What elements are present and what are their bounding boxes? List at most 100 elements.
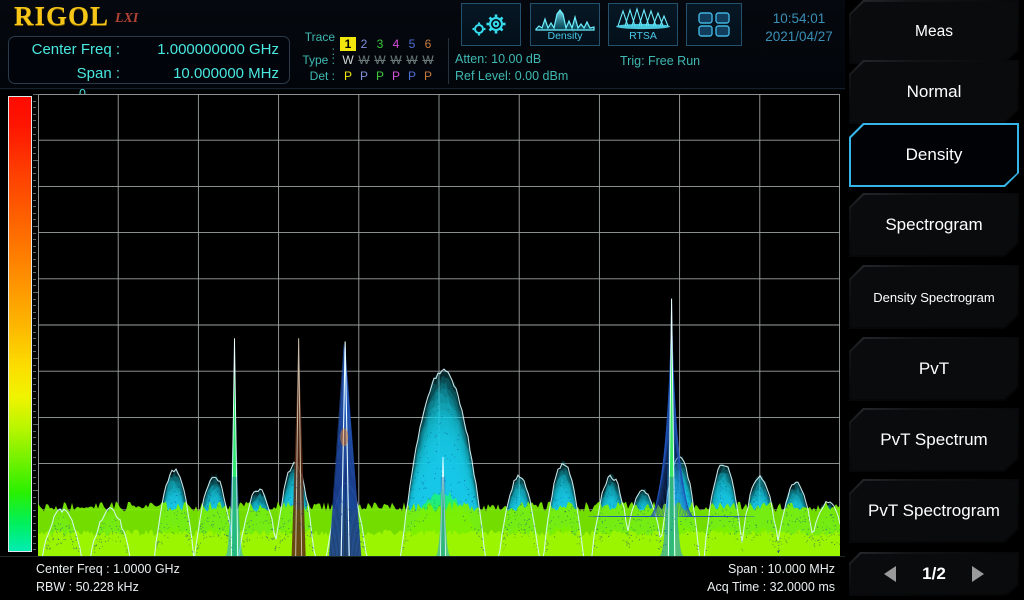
trace-6-type: W (420, 53, 436, 67)
axis-tick (33, 470, 36, 471)
axis-tick (33, 246, 36, 247)
axis-tick (33, 371, 36, 372)
axis-tick (33, 266, 36, 267)
sidebar-item-pvt[interactable]: PvT (849, 337, 1019, 401)
status-rbw: RBW : 50.228 kHz (36, 580, 139, 594)
trace-4-indicator[interactable]: 4 (388, 37, 404, 51)
status-bar: Center Freq : 1.0000 GHz RBW : 50.228 kH… (0, 558, 845, 600)
trace-3-indicator[interactable]: 3 (372, 37, 388, 51)
triangle-left-icon[interactable] (884, 566, 896, 582)
axis-tick (33, 444, 36, 445)
axis-tick (33, 180, 36, 181)
density-icon (534, 7, 596, 31)
atten-value: Atten: 10.00 dB (455, 52, 568, 69)
axis-tick (33, 398, 36, 399)
axis-tick (33, 134, 36, 135)
top-header-bar: RIGOL LXI Center Freq : 1.000000000 GHz … (0, 0, 845, 90)
axis-tick (33, 252, 36, 253)
center-freq-value[interactable]: 1.000000000 GHz (124, 41, 289, 58)
clock-display: 10:54:01 2021/04/27 (757, 10, 841, 46)
det-label: Det : (300, 69, 340, 83)
sidebar-item-pvt-spectrum[interactable]: PvT Spectrum (849, 408, 1019, 472)
sidebar-item-density[interactable]: Density (849, 123, 1019, 187)
axis-tick (33, 338, 36, 339)
gears-icon (469, 12, 513, 38)
status-center-freq: Center Freq : 1.0000 GHz (36, 562, 180, 576)
status-span: Span : 10.000 MHz (728, 562, 835, 576)
axis-tick (33, 312, 36, 313)
axis-tick (33, 325, 36, 326)
axis-tick (33, 351, 36, 352)
page-navigation-button[interactable]: 1/2 (849, 552, 1019, 596)
axis-tick (33, 279, 36, 280)
trigger-status: Trig: Free Run (620, 54, 700, 68)
sidebar-item-pvt-spectrogram[interactable]: PvT Spectrogram (849, 479, 1019, 543)
axis-tick (33, 206, 36, 207)
trace-2-type: W (356, 53, 372, 67)
axis-tick (33, 318, 36, 319)
axis-tick (33, 153, 36, 154)
trace-2-indicator[interactable]: 2 (356, 37, 372, 51)
trace-4-det: P (388, 69, 404, 83)
layout-button[interactable] (686, 3, 742, 46)
axis-tick (33, 107, 36, 108)
sidebar-item-label: Spectrogram (879, 215, 988, 235)
frequency-info-panel: Center Freq : 1.000000000 GHz Span : 10.… (8, 36, 290, 84)
sidebar-item-normal[interactable]: Normal (849, 60, 1019, 124)
spectrum-plot[interactable] (38, 94, 840, 556)
axis-tick (33, 186, 36, 187)
axis-tick (33, 411, 36, 412)
axis-tick (33, 114, 36, 115)
lxi-logo: LXI (115, 11, 138, 30)
spectrum-analyzer-screen: RIGOL LXI Center Freq : 1.000000000 GHz … (0, 0, 1024, 600)
axis-tick (33, 345, 36, 346)
axis-tick (33, 305, 36, 306)
triangle-right-icon[interactable] (972, 566, 984, 582)
trace-3-type: W (372, 53, 388, 67)
trace-4-type: W (388, 53, 404, 67)
density-button-label: Density (547, 30, 582, 42)
status-acq-time: Acq Time : 32.0000 ms (707, 580, 835, 594)
sidebar-item-label: PvT Spectrum (874, 430, 993, 450)
span-value[interactable]: 10.000000 MHz (124, 65, 289, 82)
density-color-scale (8, 96, 32, 552)
trace-6-indicator[interactable]: 6 (420, 37, 436, 51)
page-indicator: 1/2 (922, 564, 946, 584)
density-view-button[interactable]: Density (530, 3, 600, 46)
trace-5-indicator[interactable]: 5 (404, 37, 420, 51)
sidebar-item-spectrogram[interactable]: Spectrogram (849, 193, 1019, 257)
trace-type-row: Type : W W W W W W (300, 52, 445, 68)
density-trace-canvas (38, 94, 840, 556)
axis-tick (33, 193, 36, 194)
axis-tick (33, 391, 36, 392)
sidebar-item-meas[interactable]: Meas (849, 0, 1019, 64)
sidebar-item-density-spectrogram[interactable]: Density Spectrogram (849, 265, 1019, 329)
axis-tick (33, 299, 36, 300)
axis-tick (33, 365, 36, 366)
rtsa-view-button[interactable]: RTSA (608, 3, 678, 46)
center-freq-row: Center Freq : 1.000000000 GHz (9, 37, 289, 61)
axis-tick (33, 233, 36, 234)
axis-tick (33, 543, 36, 544)
axis-tick (33, 497, 36, 498)
sidebar-item-label: Meas (909, 23, 959, 41)
trace-3-det: P (372, 69, 388, 83)
axis-tick (33, 147, 36, 148)
trace-number-row: Trace : 1 2 3 4 5 6 (300, 36, 445, 52)
span-label: Span : (9, 65, 124, 82)
axis-tick (33, 213, 36, 214)
sidebar-item-label: Density Spectrogram (867, 290, 1000, 305)
axis-tick (33, 167, 36, 168)
axis-tick (33, 332, 36, 333)
axis-tick (33, 457, 36, 458)
axis-tick (33, 431, 36, 432)
trace-1-type: W (340, 53, 356, 67)
axis-tick (33, 285, 36, 286)
rtsa-icon (612, 7, 674, 31)
trace-1-indicator[interactable]: 1 (340, 37, 356, 51)
setup-button[interactable] (461, 3, 521, 46)
axis-tick (33, 173, 36, 174)
axis-tick (33, 523, 36, 524)
axis-tick (33, 378, 36, 379)
axis-tick (33, 503, 36, 504)
